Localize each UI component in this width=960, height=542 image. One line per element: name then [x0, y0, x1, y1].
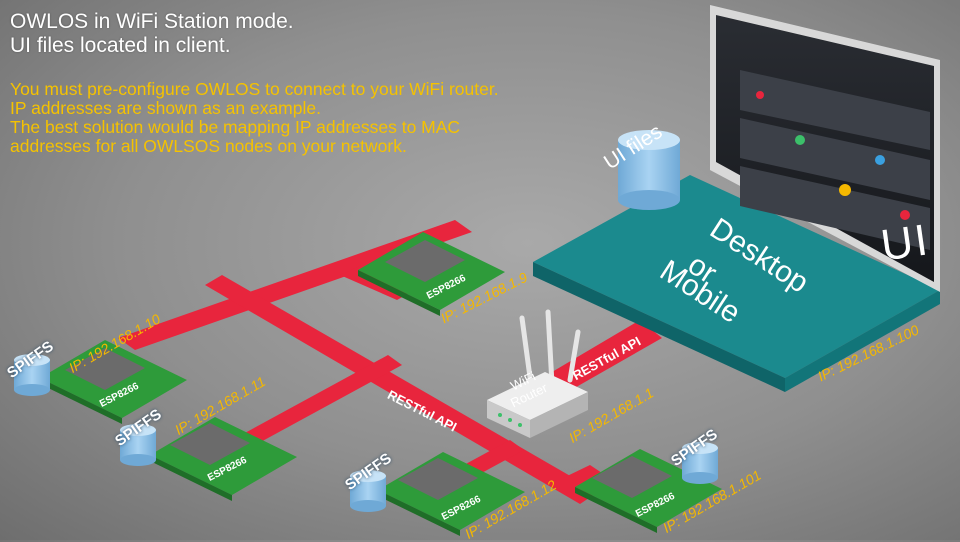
note-line: You must pre-configure OWLOS to connect … — [10, 79, 499, 99]
storage-bottom — [682, 472, 718, 484]
client-ui-label: UI — [878, 215, 933, 271]
node-board-12 — [378, 452, 525, 536]
headline: OWLOS in WiFi Station mode. UI files loc… — [10, 10, 294, 58]
storage-bottom — [618, 190, 680, 210]
note-line: IP addresses are shown as an example. — [10, 98, 321, 118]
router-led — [518, 423, 522, 427]
status-dot — [795, 135, 805, 145]
storage-bottom — [120, 454, 156, 466]
status-dot — [839, 184, 851, 196]
storage-bottom — [14, 384, 50, 396]
router-led — [508, 418, 512, 422]
note-line: The best solution would be mapping IP ad… — [10, 117, 461, 137]
status-dot — [875, 155, 885, 165]
antenna — [545, 309, 555, 387]
link-node-11 — [232, 355, 402, 450]
status-dot — [756, 91, 764, 99]
headline-line: OWLOS in WiFi Station mode. — [10, 10, 294, 33]
router-led — [498, 413, 502, 417]
note-line: addresses for all OWLSOS nodes on your n… — [10, 136, 407, 156]
headline-line: UI files located in client. — [10, 34, 231, 57]
configuration-note: You must pre-configure OWLOS to connect … — [10, 80, 499, 156]
storage-bottom — [350, 500, 386, 512]
